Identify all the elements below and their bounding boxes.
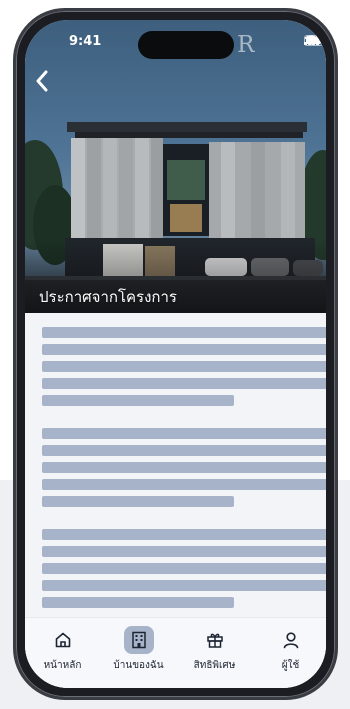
skeleton-line	[42, 597, 234, 608]
battery-icon	[304, 35, 326, 46]
tab-label: สิทธิพิเศษ	[193, 660, 236, 671]
house-illustration	[25, 122, 326, 313]
skeleton-line	[42, 344, 326, 355]
skeleton-line	[42, 378, 326, 389]
back-button[interactable]	[35, 70, 61, 100]
page: ARBOR 9:41	[0, 0, 350, 709]
page-title: ประกาศจากโครงการ	[39, 288, 177, 306]
skeleton-line	[42, 361, 326, 372]
building-icon	[123, 626, 154, 654]
skeleton-line	[42, 580, 326, 591]
skeleton-paragraph	[42, 428, 326, 513]
skeleton-paragraph	[42, 327, 326, 412]
tab-label: ผู้ใช้	[281, 660, 300, 671]
tab-home[interactable]: หน้าหลัก	[25, 626, 100, 673]
user-icon	[276, 626, 306, 654]
skeleton-line	[42, 428, 326, 439]
phone-frame: ARBOR 9:41	[13, 8, 338, 700]
tab-user[interactable]: ผู้ใช้	[253, 626, 326, 673]
dynamic-island	[138, 31, 234, 59]
skeleton-line	[42, 529, 326, 540]
status-time: 9:41	[69, 34, 102, 49]
skeleton-line	[42, 445, 326, 456]
chevron-left-icon	[36, 70, 48, 92]
skeleton-line	[42, 563, 326, 574]
skeleton-line	[42, 462, 326, 473]
bottom-tab-bar: หน้าหลัก บ้านของฉัน สิทธิพิเศษ ผู้ใช้	[25, 617, 326, 688]
tab-label: หน้าหลัก	[43, 660, 82, 671]
skeleton-line	[42, 327, 326, 338]
tab-privileges[interactable]: สิทธิพิเศษ	[177, 626, 252, 673]
skeleton-line	[42, 479, 326, 490]
tab-label: บ้านของฉัน	[113, 660, 164, 671]
skeleton-paragraph	[42, 529, 326, 614]
skeleton-line	[42, 546, 326, 557]
skeleton-line	[42, 395, 234, 406]
project-hero-image: ARBOR 9:41	[25, 20, 326, 313]
gift-icon	[200, 626, 230, 654]
phone-screen: ARBOR 9:41	[25, 20, 326, 688]
tab-my-home[interactable]: บ้านของฉัน	[101, 626, 176, 673]
home-icon	[48, 626, 78, 654]
skeleton-line	[42, 496, 234, 507]
